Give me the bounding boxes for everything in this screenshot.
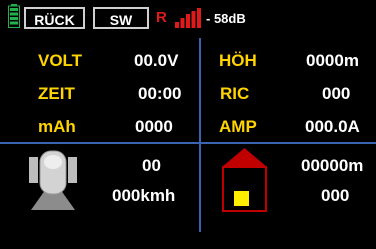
mah-value: 0000 <box>135 117 173 136</box>
hoh-value: 0000m <box>306 51 359 70</box>
amp-label: AMP <box>219 117 257 136</box>
distance-value: 00000m <box>301 156 364 175</box>
zeit-label: ZEIT <box>38 84 75 103</box>
signal-db: - 58dB <box>206 11 246 26</box>
speed-value: 000kmh <box>112 186 176 205</box>
zeit-value: 00:00 <box>138 84 182 103</box>
ric-label: RIC <box>220 84 250 103</box>
receiver-indicator: R <box>156 9 167 26</box>
telemetry-screen: { "header": { "back_label": "RÜCK", "sw_… <box>0 0 376 249</box>
battery-icon <box>8 4 20 28</box>
vario-sensor-icon <box>29 150 77 210</box>
home-icon <box>222 148 267 212</box>
mah-label: mAh <box>38 117 76 136</box>
hoh-label: HÖH <box>219 51 257 70</box>
vertical-divider <box>199 38 201 232</box>
sw-button[interactable]: SW <box>93 7 149 29</box>
ric-value: 000 <box>322 84 351 103</box>
volt-label: VOLT <box>38 51 83 70</box>
volt-value: 00.0V <box>134 51 179 70</box>
horizontal-divider <box>0 142 376 144</box>
direction-value: 000 <box>321 186 350 205</box>
vario-value: 00 <box>142 156 161 175</box>
amp-value: 000.0A <box>305 117 360 136</box>
signal-bars-icon <box>175 8 201 28</box>
back-button[interactable]: RÜCK <box>24 7 85 29</box>
